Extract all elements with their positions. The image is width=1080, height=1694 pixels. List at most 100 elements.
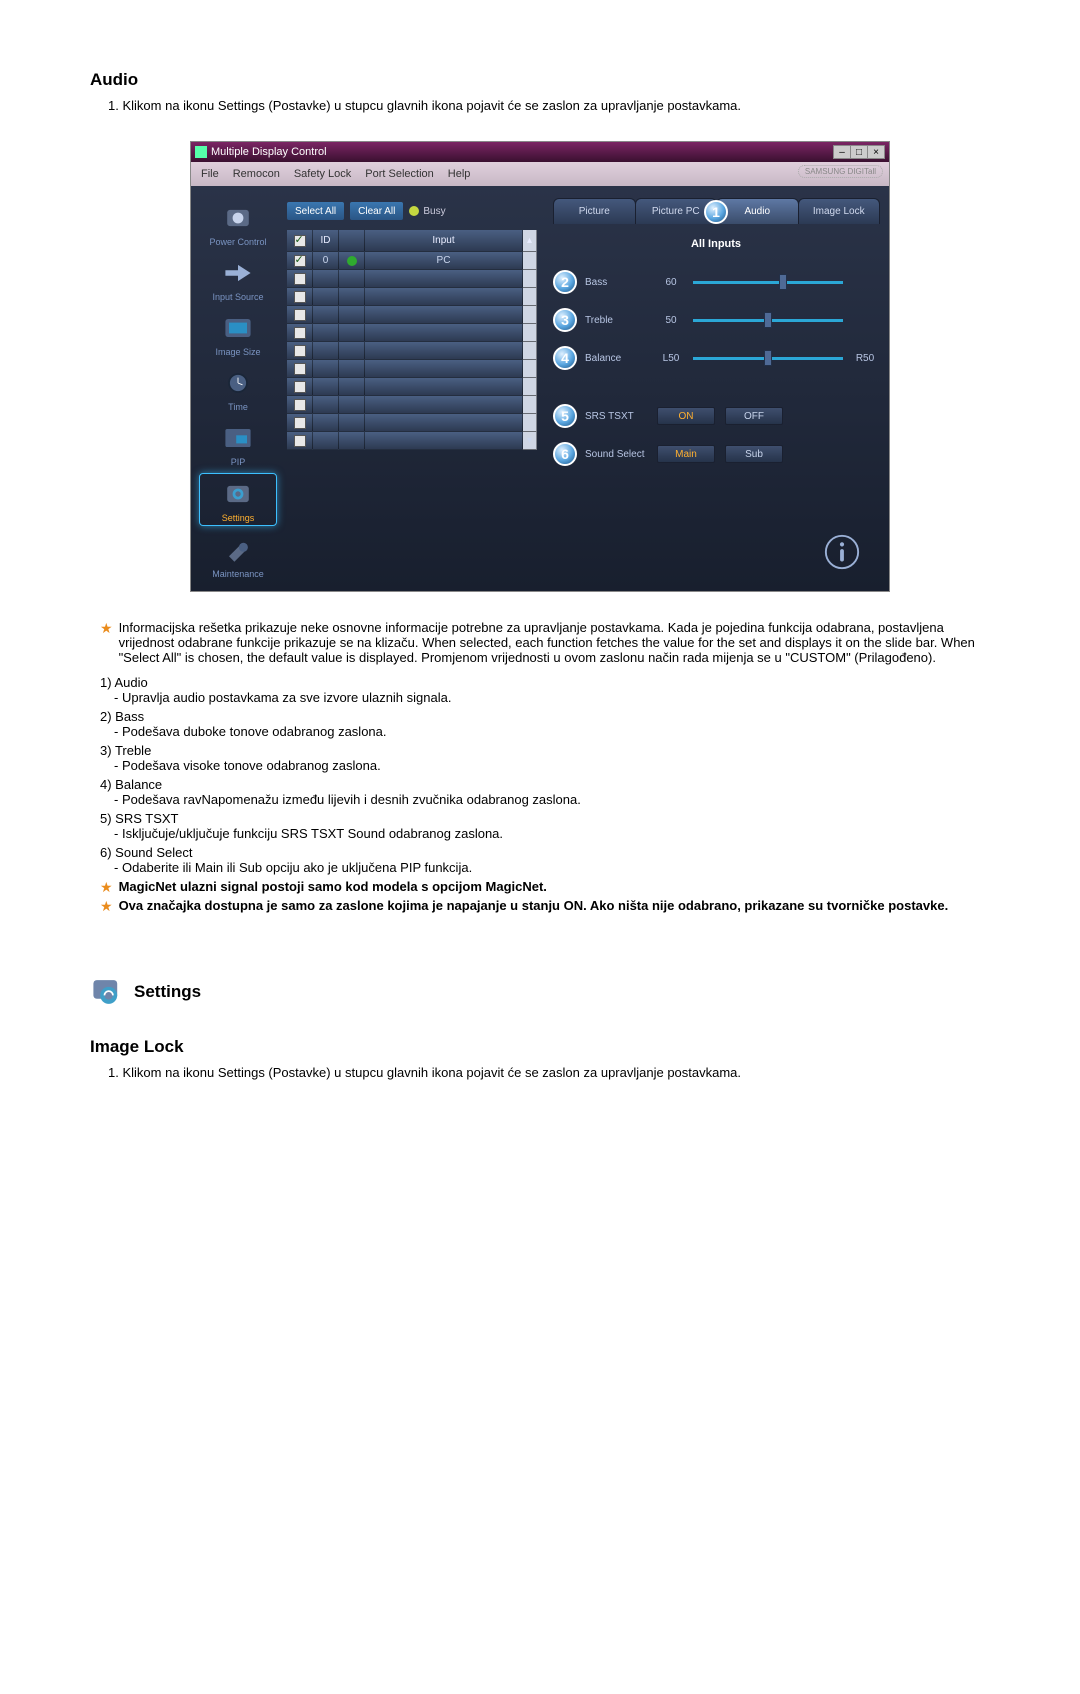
menu-remocon[interactable]: Remocon <box>233 168 280 180</box>
grid-cell-check[interactable] <box>287 342 313 360</box>
callout-bubble-5: 5 <box>553 404 577 428</box>
checkbox-icon <box>294 399 306 411</box>
sidebar-item-label: PIP <box>231 457 246 467</box>
grid-cell-status <box>339 252 365 270</box>
scrollbar-track[interactable] <box>523 360 537 378</box>
grid-cell-check[interactable] <box>287 432 313 450</box>
list-item-detail: Podešava visoke tonove odabranog zaslona… <box>114 758 990 773</box>
treble-slider[interactable] <box>693 319 843 322</box>
grid-cell <box>313 396 339 414</box>
grid-cell-check[interactable] <box>287 414 313 432</box>
title-bar: Multiple Display Control – □ × <box>191 142 889 162</box>
scrollbar-track[interactable] <box>523 414 537 432</box>
srs-on-button[interactable]: ON <box>657 407 715 425</box>
scrollbar-track[interactable] <box>523 288 537 306</box>
grid-cell-check[interactable] <box>287 270 313 288</box>
checkbox-icon <box>294 235 306 247</box>
balance-slider[interactable] <box>693 357 843 360</box>
info-icon[interactable] <box>823 533 861 571</box>
grid-cell-check[interactable] <box>287 396 313 414</box>
sidebar-item-pip[interactable]: PIP <box>199 418 277 469</box>
scroll-down-button[interactable]: ▾ <box>523 432 537 450</box>
scrollbar-track[interactable] <box>523 252 537 270</box>
sidebar-item-maintenance[interactable]: Maintenance <box>199 530 277 581</box>
treble-label: Treble <box>585 315 649 326</box>
scrollbar-track[interactable] <box>523 396 537 414</box>
tab-audio[interactable]: 1 Audio <box>716 198 799 224</box>
checkbox-icon <box>294 345 306 357</box>
bass-label: Bass <box>585 277 649 288</box>
close-button[interactable]: × <box>867 145 885 159</box>
checkbox-icon <box>294 291 306 303</box>
grid-cell <box>339 342 365 360</box>
checkbox-icon <box>294 435 306 447</box>
grid-header-id: ID <box>313 230 339 252</box>
menu-safety-lock[interactable]: Safety Lock <box>294 168 351 180</box>
slider-thumb[interactable] <box>764 350 772 366</box>
scrollbar-track[interactable] <box>523 342 537 360</box>
gear-icon <box>216 476 260 512</box>
grid-cell-check[interactable] <box>287 324 313 342</box>
scroll-up-button[interactable]: ▴ <box>523 230 537 252</box>
clear-all-button[interactable]: Clear All <box>350 202 403 220</box>
scrollbar-track[interactable] <box>523 270 537 288</box>
power-icon <box>216 200 260 236</box>
grid-cell-check[interactable] <box>287 378 313 396</box>
grid-header-check[interactable] <box>287 230 313 252</box>
select-all-button[interactable]: Select All <box>287 202 344 220</box>
star-icon: ★ <box>100 880 113 894</box>
grid-cell <box>339 432 365 450</box>
menu-file[interactable]: File <box>201 168 219 180</box>
grid-cell-check[interactable] <box>287 306 313 324</box>
grid-cell <box>365 396 523 414</box>
tab-picture[interactable]: Picture <box>553 198 636 224</box>
sidebar-item-power-control[interactable]: Power Control <box>199 198 277 249</box>
grid-cell <box>365 288 523 306</box>
scrollbar-track[interactable] <box>523 306 537 324</box>
sound-select-sub-button[interactable]: Sub <box>725 445 783 463</box>
grid-cell <box>313 432 339 450</box>
menu-help[interactable]: Help <box>448 168 471 180</box>
grid-cell <box>313 288 339 306</box>
sidebar-item-time[interactable]: Time <box>199 363 277 414</box>
minimize-button[interactable]: – <box>833 145 851 159</box>
callout-bubble-3: 3 <box>553 308 577 332</box>
grid-cell <box>339 270 365 288</box>
sidebar-item-settings[interactable]: Settings <box>199 473 277 526</box>
sidebar-item-label: Maintenance <box>212 569 264 579</box>
slider-thumb[interactable] <box>779 274 787 290</box>
srs-control: 5 SRS TSXT ON OFF <box>553 404 879 428</box>
sidebar-item-label: Image Size <box>215 347 260 357</box>
busy-indicator-icon <box>409 206 419 216</box>
clock-icon <box>216 365 260 401</box>
sidebar-item-input-source[interactable]: Input Source <box>199 253 277 304</box>
star-icon: ★ <box>100 621 113 635</box>
bass-slider[interactable] <box>693 281 843 284</box>
grid-cell <box>313 270 339 288</box>
scrollbar-track[interactable] <box>523 324 537 342</box>
sidebar: Power Control Input Source Image Size Ti… <box>197 198 279 581</box>
grid-cell-check[interactable] <box>287 288 313 306</box>
grid-header-input: Input <box>365 230 523 252</box>
app-icon <box>195 146 207 158</box>
scrollbar-track[interactable] <box>523 378 537 396</box>
grid-cell-check[interactable] <box>287 252 313 270</box>
grid-cell <box>365 324 523 342</box>
maximize-button[interactable]: □ <box>850 145 868 159</box>
menu-port-selection[interactable]: Port Selection <box>365 168 433 180</box>
slider-thumb[interactable] <box>764 312 772 328</box>
list-item-head: SRS TSXT <box>100 811 990 826</box>
grid-cell <box>339 378 365 396</box>
tab-image-lock[interactable]: Image Lock <box>798 198 881 224</box>
audio-heading: Audio <box>90 70 990 90</box>
star-icon: ★ <box>100 899 113 913</box>
sound-select-main-button[interactable]: Main <box>657 445 715 463</box>
audio-instruction: Klikom na ikonu Settings (Postavke) u st… <box>108 98 990 113</box>
bass-control: 2 Bass 60 <box>553 270 879 294</box>
list-item-detail: Upravlja audio postavkama za sve izvore … <box>114 690 990 705</box>
balance-label: Balance <box>585 353 649 364</box>
sidebar-item-image-size[interactable]: Image Size <box>199 308 277 359</box>
srs-off-button[interactable]: OFF <box>725 407 783 425</box>
grid-cell-check[interactable] <box>287 360 313 378</box>
power-on-note: Ova značajka dostupna je samo za zaslone… <box>119 898 949 913</box>
